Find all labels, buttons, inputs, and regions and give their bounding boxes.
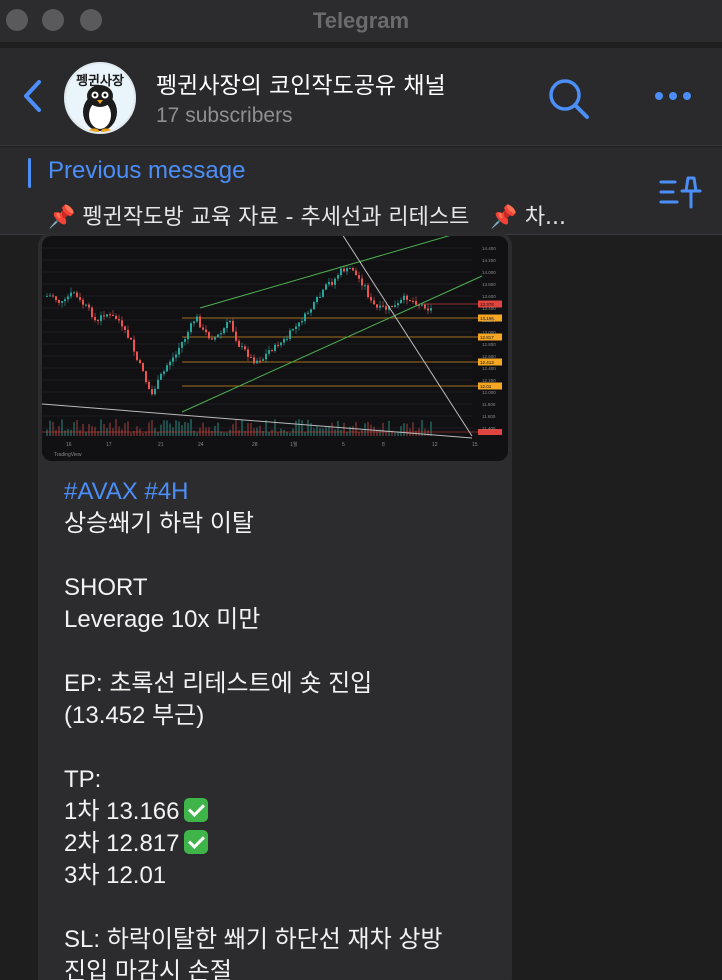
message-line: 진입 마감시 손절 <box>64 958 232 980</box>
x-tick: 12 <box>432 442 438 448</box>
price-tick: 12.400 <box>482 366 496 371</box>
message-line: SL: 하락이탈한 쐐기 하단선 재차 상방 <box>64 926 443 953</box>
check-icon <box>183 798 208 822</box>
hashtags[interactable]: #AVAX #4H <box>64 476 504 508</box>
price-tick: 12.800 <box>482 342 496 347</box>
message-line: SHORT <box>64 574 148 601</box>
x-tick: 5 <box>342 442 345 448</box>
x-tick: 17 <box>106 442 112 448</box>
price-tick: 13.000 <box>482 330 496 335</box>
penguin-icon <box>83 85 117 132</box>
price-tick: 12.200 <box>482 378 496 383</box>
x-tick: 8 <box>382 442 385 448</box>
tp2-text: 2차 12.817 <box>64 830 180 857</box>
price-tick: 12.000 <box>482 390 496 395</box>
message-line-tp2: 2차 12.817 <box>64 828 504 860</box>
level-tag-label: 12.817 <box>480 335 494 340</box>
price-tick: 14.200 <box>482 258 496 263</box>
x-tick: 16 <box>66 442 72 448</box>
pinned-list-icon[interactable] <box>658 173 704 217</box>
x-tick: 21 <box>158 442 164 448</box>
pinned-message-bar[interactable]: Previous message 📌 펭귄작도방 교육 자료 - 추세선과 리테… <box>0 147 722 235</box>
title-bar: Telegram <box>0 0 722 42</box>
pinned-preview-text-more: 차... <box>524 205 567 230</box>
message-text: #AVAX #4H 상승쐐기 하락 이탈 SHORT Leverage 10x … <box>64 476 504 980</box>
price-tick: 13.800 <box>482 282 496 287</box>
channel-name: 펭귄사장의 코인작도공유 채널 <box>156 73 446 99</box>
message-feed[interactable]: 13.166 12.817 12.413 12.01 13.378 14.400 14.2… <box>0 232 722 980</box>
message-line: TP: <box>64 766 102 793</box>
check-icon <box>183 830 208 854</box>
x-tick: 1월 <box>290 441 298 448</box>
price-tick: 13.400 <box>482 306 496 311</box>
message-line: Leverage 10x 미만 <box>64 606 261 633</box>
more-options-icon[interactable] <box>654 88 694 107</box>
level-tag-label: 12.413 <box>480 360 494 365</box>
subscriber-count: 17 subscribers <box>156 104 293 127</box>
back-icon[interactable] <box>20 78 46 118</box>
pushpin-icon-2: 📌 <box>490 205 518 230</box>
search-icon[interactable] <box>546 76 592 126</box>
price-tick: 11.400 <box>482 426 496 431</box>
channel-avatar[interactable]: 펭귄사장 <box>64 62 136 134</box>
message-line: (13.452 부근) <box>64 702 205 729</box>
price-tick: 13.200 <box>482 318 496 323</box>
x-tick: 24 <box>198 442 204 448</box>
price-tick: 11.600 <box>482 414 496 419</box>
level-tag-label: 12.01 <box>480 384 492 389</box>
price-tick: 13.600 <box>482 294 496 299</box>
x-tick: 28 <box>252 442 258 448</box>
price-chart: 13.16612.81712.41312.0113.378 14.40014.2… <box>42 236 508 461</box>
price-tick: 11.800 <box>482 402 496 407</box>
price-tick: 14.400 <box>482 246 496 251</box>
window-title: Telegram <box>312 8 410 33</box>
tp1-text: 1차 13.166 <box>64 798 180 825</box>
price-tick: 12.600 <box>482 354 496 359</box>
pushpin-icon: 📌 <box>48 205 76 230</box>
chart-image[interactable]: 13.166 12.817 12.413 12.01 13.378 14.400 14.2… <box>42 236 508 461</box>
message-line: EP: 초록선 리테스트에 숏 진입 <box>64 670 373 697</box>
message-line: 상승쐐기 하락 이탈 <box>64 510 254 537</box>
tradingview-label: TradingView <box>54 452 82 458</box>
pinned-indicator <box>28 158 31 188</box>
message-bubble[interactable]: 13.166 12.817 12.413 12.01 13.378 14.400 14.2… <box>38 232 512 980</box>
pinned-preview: 📌 펭귄작도방 교육 자료 - 추세선과 리테스트 📌 차... <box>48 199 648 231</box>
message-line-tp1: 1차 13.166 <box>64 796 504 828</box>
message-line: 3차 12.01 <box>64 862 167 889</box>
pinned-preview-text: 펭귄작도방 교육 자료 - 추세선과 리테스트 <box>82 205 470 230</box>
price-tick: 14.000 <box>482 270 496 275</box>
x-tick: 15 <box>472 442 478 448</box>
pinned-title: Previous message <box>48 157 246 184</box>
chat-header: 펭귄사장 펭귄사장의 코인작도공유 채널 17 subscribers <box>0 48 722 146</box>
